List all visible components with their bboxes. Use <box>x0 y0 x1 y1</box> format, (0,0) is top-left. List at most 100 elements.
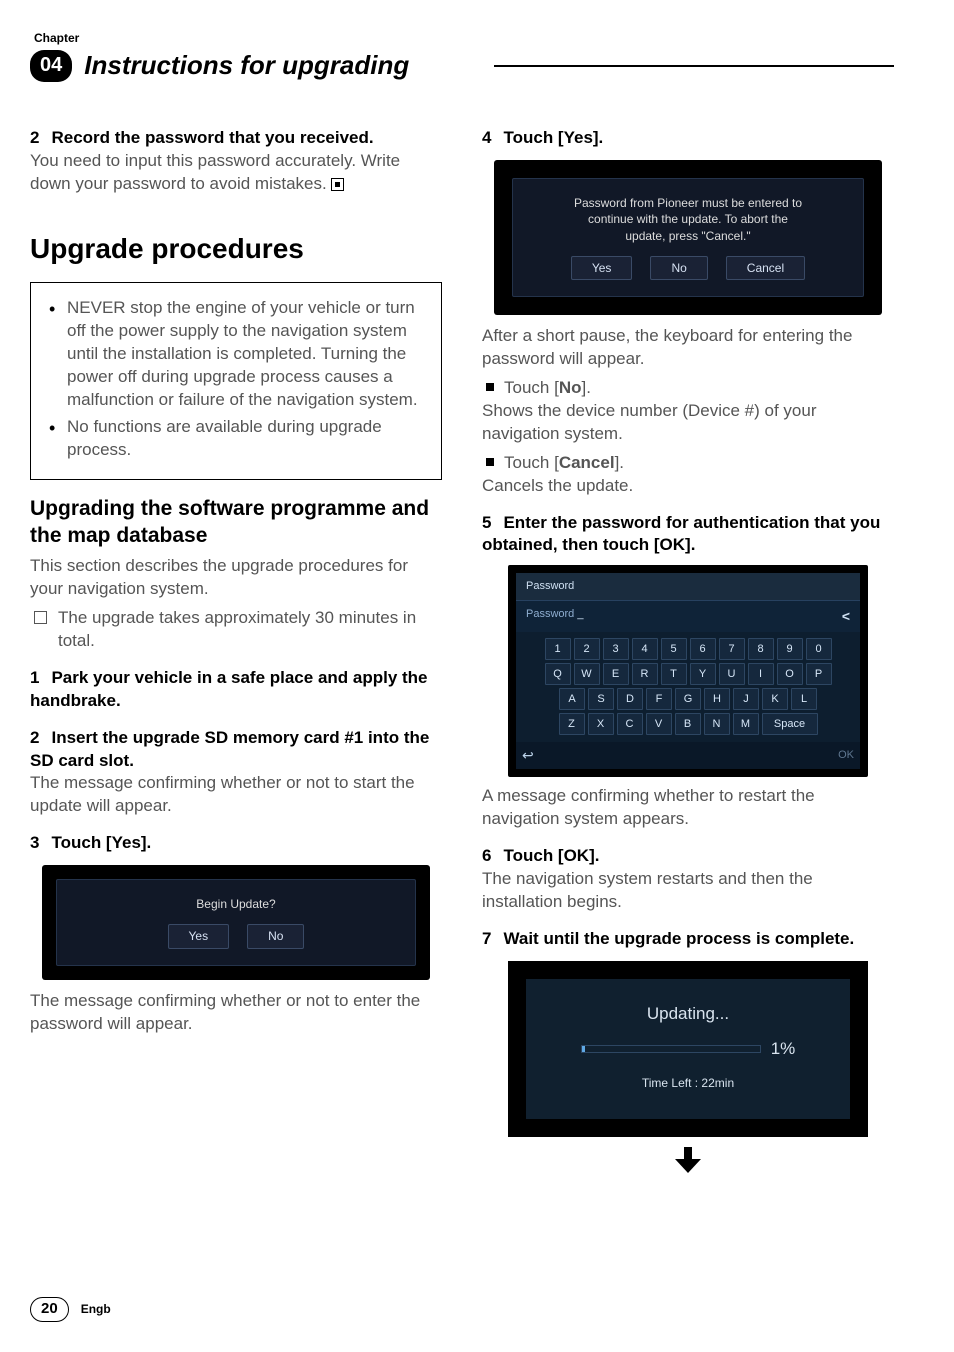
keyboard-key: Q <box>545 663 571 685</box>
keyboard-key: N <box>704 713 730 735</box>
keyboard-keys: 1234567890 QWERTYUIOP ASDFGHJKL ZXCVBNMS… <box>516 632 860 742</box>
step-number: 2 <box>30 128 39 147</box>
keyboard-key: I <box>748 663 774 685</box>
page-footer: 20 Engb <box>30 1297 111 1322</box>
keyboard-key: X <box>588 713 614 735</box>
keyboard-key: H <box>704 688 730 710</box>
dialog-no-button: No <box>650 256 707 280</box>
keyboard-space-key: Space <box>762 713 818 735</box>
step-title: Insert the upgrade SD memory card #1 int… <box>30 728 429 770</box>
keyboard-key: 1 <box>545 638 571 660</box>
step-number: 4 <box>482 128 491 147</box>
warning-box: NEVER stop the engine of your vehicle or… <box>30 282 442 481</box>
keyboard-key: D <box>617 688 643 710</box>
chapter-number-badge: 04 <box>30 50 72 82</box>
keyboard-key: Z <box>559 713 585 735</box>
page-header: Chapter 04 Instructions for upgrading <box>30 30 894 83</box>
touch-cancel-bullet: Touch [Cancel]. <box>482 452 894 475</box>
keyboard-key: C <box>617 713 643 735</box>
keyboard-input-row: Password _ < <box>516 600 860 632</box>
dialog-line: continue with the update. To abort the <box>523 211 853 227</box>
step-number: 5 <box>482 513 491 532</box>
step-title: Record the password that you received. <box>51 128 373 147</box>
dialog-message: Begin Update? <box>67 896 405 912</box>
warning-item: No functions are available during upgrad… <box>49 416 427 462</box>
keyboard-key: A <box>559 688 585 710</box>
step-number: 2 <box>30 728 39 747</box>
keyboard-screenshot: Password Password _ < 1234567890 QWERTYU… <box>508 565 868 777</box>
return-icon: ↩ <box>522 746 534 765</box>
note-duration: The upgrade takes approximately 30 minut… <box>30 607 442 653</box>
updating-title: Updating... <box>536 1003 840 1026</box>
touch-no-bullet: Touch [No]. <box>482 377 894 400</box>
step-2-body: You need to input this password accurate… <box>30 150 442 196</box>
upgrading-software-heading: Upgrading the software programme and the… <box>30 496 442 549</box>
keyboard-title: Password <box>516 573 860 600</box>
step-5-after: A message confirming whether to restart … <box>482 785 894 831</box>
continue-arrow-icon <box>675 1147 701 1173</box>
step-number: 6 <box>482 846 491 865</box>
dialog-no-button: No <box>247 924 304 948</box>
progress-bar <box>581 1045 761 1053</box>
keyboard-key: J <box>733 688 759 710</box>
keyboard-key: 3 <box>603 638 629 660</box>
step-4-after: After a short pause, the keyboard for en… <box>482 325 894 371</box>
time-left: Time Left : 22min <box>536 1075 840 1091</box>
keyboard-key: 5 <box>661 638 687 660</box>
field-label: Password <box>526 608 574 620</box>
chapter-title: Instructions for upgrading <box>84 48 484 83</box>
page-number: 20 <box>30 1297 69 1322</box>
backspace-icon: < <box>842 607 850 626</box>
touch-no-body: Shows the device number (Device #) of yo… <box>482 400 894 446</box>
step-title: Touch [Yes]. <box>503 128 603 147</box>
keyboard-key: F <box>646 688 672 710</box>
text: ]. <box>581 378 590 397</box>
section-intro: This section describes the upgrade proce… <box>30 555 442 601</box>
text: Touch [ <box>504 378 559 397</box>
keyboard-key: V <box>646 713 672 735</box>
keyboard-key: B <box>675 713 701 735</box>
dialog-yes-button: Yes <box>571 256 633 280</box>
keyboard-key: O <box>777 663 803 685</box>
step-title: Touch [OK]. <box>503 846 599 865</box>
step-6-body: The navigation system restarts and then … <box>482 868 894 914</box>
keyboard-key: W <box>574 663 600 685</box>
bold-text: Cancel <box>559 453 615 472</box>
text: ]. <box>615 453 624 472</box>
keyboard-key: 7 <box>719 638 745 660</box>
password-prompt-screenshot: Password from Pioneer must be entered to… <box>494 160 882 315</box>
step-7-heading: 7 Wait until the upgrade process is compl… <box>482 928 894 951</box>
keyboard-key: 2 <box>574 638 600 660</box>
step-title: Touch [Yes]. <box>51 833 151 852</box>
step-3-after: The message confirming whether or not to… <box>30 990 442 1036</box>
step-1-heading: 1Park your vehicle in a safe place and a… <box>30 667 442 713</box>
keyboard-key: U <box>719 663 745 685</box>
keyboard-key: 4 <box>632 638 658 660</box>
ok-label: OK <box>838 746 854 765</box>
dialog-cancel-button: Cancel <box>726 256 805 280</box>
step-2b-body: The message confirming whether or not to… <box>30 772 442 818</box>
chapter-label: Chapter <box>34 30 894 46</box>
keyboard-key: 8 <box>748 638 774 660</box>
begin-update-screenshot: Begin Update? Yes No <box>42 865 430 979</box>
step-title: Wait until the upgrade process is comple… <box>503 929 854 948</box>
keyboard-key: L <box>791 688 817 710</box>
left-column: 2Record the password that you received. … <box>30 113 442 1172</box>
end-of-section-icon <box>331 178 344 191</box>
step-6-heading: 6 Touch [OK]. <box>482 845 894 868</box>
step-3-heading: 3 Touch [Yes]. <box>30 832 442 855</box>
step-number: 3 <box>30 833 39 852</box>
keyboard-key: Y <box>690 663 716 685</box>
step-5-heading: 5Enter the password for authentication t… <box>482 512 894 558</box>
dialog-yes-button: Yes <box>168 924 230 948</box>
step-2b-heading: 2Insert the upgrade SD memory card #1 in… <box>30 727 442 773</box>
step-number: 1 <box>30 668 39 687</box>
warning-item: NEVER stop the engine of your vehicle or… <box>49 297 427 412</box>
step-2-heading: 2 Record the password that you received. <box>30 127 442 150</box>
dialog-line: update, press "Cancel." <box>523 228 853 244</box>
body-text: You need to input this password accurate… <box>30 151 400 193</box>
step-number: 7 <box>482 929 491 948</box>
step-title: Park your vehicle in a safe place and ap… <box>30 668 428 710</box>
keyboard-bottom-row: ↩ OK <box>516 742 860 769</box>
bold-text: No <box>559 378 582 397</box>
